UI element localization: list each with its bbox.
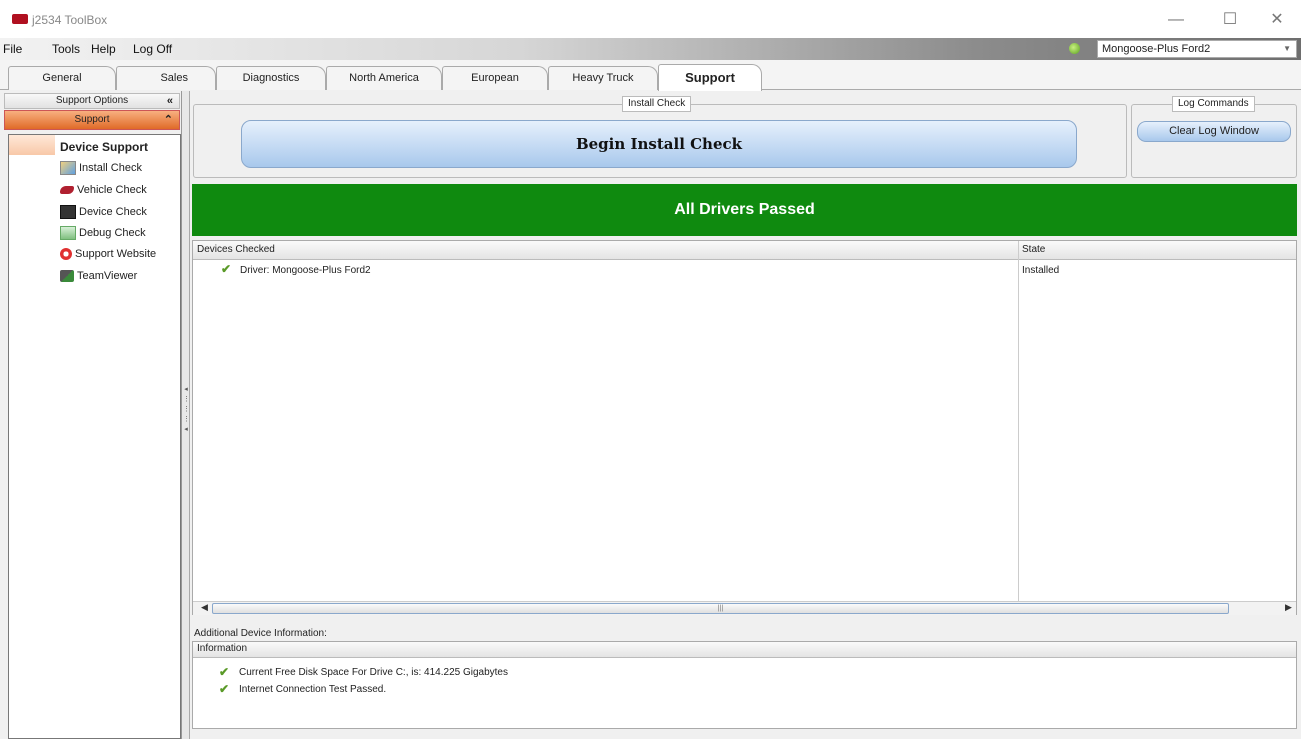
sidebar-item-label: TeamViewer	[77, 270, 138, 282]
device-check-icon	[60, 205, 76, 220]
check-icon: ✔	[219, 682, 230, 696]
sidebar-item-teamviewer[interactable]: TeamViewer	[60, 268, 137, 284]
support-section-label: Support	[74, 114, 110, 125]
status-banner: All Drivers Passed	[192, 184, 1297, 236]
install-check-legend: Install Check	[622, 96, 692, 112]
collapse-up-icon[interactable]: ⌃	[164, 111, 173, 129]
check-icon: ✔	[221, 262, 232, 276]
tab-sales[interactable]: Sales	[116, 66, 216, 90]
sidebar-item-label: Vehicle Check	[77, 184, 147, 196]
splitter-grip-icon[interactable]: ◂ ⋮ ⋮ ⋮ ◂	[183, 385, 190, 445]
sidebar-item-support-website[interactable]: Support Website	[60, 246, 156, 262]
sidebar-item-label: Device Check	[79, 206, 147, 218]
check-icon: ✔	[219, 665, 230, 679]
begin-install-check-button[interactable]: Begin Install Check	[241, 120, 1077, 168]
clear-log-window-button[interactable]: Clear Log Window	[1137, 121, 1291, 142]
info-line: Current Free Disk Space For Drive C:, is…	[239, 667, 508, 678]
menu-tools[interactable]: Tools	[52, 42, 80, 56]
maximize-button[interactable]: ☐	[1207, 8, 1253, 32]
column-header-devices-checked[interactable]: Devices Checked	[197, 244, 275, 255]
vehicle-check-icon	[60, 186, 74, 195]
tab-european[interactable]: European	[442, 66, 548, 90]
additional-info-label: Additional Device Information:	[194, 628, 327, 639]
device-status-icon	[1069, 43, 1080, 54]
sidebar-item-device-check[interactable]: Device Check	[60, 204, 147, 220]
debug-check-icon	[60, 226, 76, 241]
window-title: j2534 ToolBox	[32, 13, 108, 27]
chevron-down-icon: ▼	[1283, 44, 1291, 53]
device-support-title: Device Support	[60, 140, 149, 154]
column-header-state[interactable]: State	[1022, 244, 1045, 255]
install-check-icon	[60, 161, 76, 176]
sidebar-item-debug-check[interactable]: Debug Check	[60, 225, 146, 241]
scroll-right-icon[interactable]: ▶	[1285, 602, 1292, 613]
tab-heavy-truck[interactable]: Heavy Truck	[548, 66, 658, 90]
info-line: Internet Connection Test Passed.	[239, 684, 387, 695]
collapse-left-icon[interactable]: «	[167, 94, 173, 108]
devices-table-header	[193, 241, 1296, 260]
scrollbar-thumb[interactable]: |||	[212, 603, 1229, 614]
devices-table	[192, 240, 1297, 615]
column-header-information[interactable]: Information	[193, 642, 1296, 658]
minimize-button[interactable]: —	[1153, 8, 1199, 32]
support-options-header[interactable]: Support Options «	[4, 93, 180, 109]
title-bar	[0, 0, 1301, 38]
device-select-value: Mongoose-Plus Ford2	[1102, 43, 1211, 55]
sidebar-item-vehicle-check[interactable]: Vehicle Check	[60, 182, 147, 198]
scroll-left-icon[interactable]: ◀	[201, 602, 208, 613]
toolbox-icon	[12, 14, 28, 24]
menu-file[interactable]: File	[3, 42, 22, 56]
device-row-state[interactable]: Installed	[1022, 265, 1059, 276]
log-commands-legend: Log Commands	[1172, 96, 1255, 112]
menu-log-off[interactable]: Log Off	[133, 42, 172, 56]
support-options-label: Support Options	[55, 95, 129, 106]
sidebar-item-label: Support Website	[75, 248, 157, 260]
sidebar-item-label: Install Check	[79, 162, 142, 174]
device-select[interactable]: Mongoose-Plus Ford2 ▼	[1097, 40, 1297, 58]
menu-help[interactable]: Help	[91, 42, 116, 56]
tab-general[interactable]: General	[8, 66, 116, 90]
tab-support[interactable]: Support	[658, 64, 762, 91]
device-row-name[interactable]: Driver: Mongoose-Plus Ford2	[240, 265, 371, 276]
sidebar-item-install-check[interactable]: Install Check	[60, 160, 142, 176]
selected-group-marker	[9, 135, 55, 155]
support-section-header[interactable]: Support ⌃	[4, 110, 180, 130]
column-divider	[1018, 241, 1019, 601]
close-button[interactable]: ✕	[1254, 8, 1300, 32]
lifebuoy-icon	[60, 248, 72, 261]
teamviewer-icon	[60, 270, 74, 283]
tab-diagnostics[interactable]: Diagnostics	[216, 66, 326, 90]
sidebar-item-label: Debug Check	[79, 227, 146, 239]
tab-north-america[interactable]: North America	[326, 66, 442, 90]
